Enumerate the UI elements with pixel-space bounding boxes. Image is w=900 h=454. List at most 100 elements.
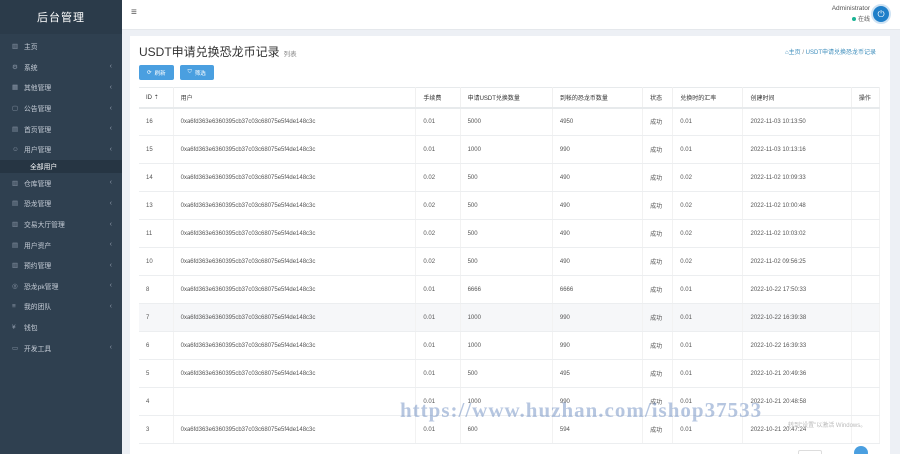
table-cell: 成功 [642, 107, 674, 136]
column-header[interactable]: ID ⇡ [139, 87, 174, 109]
table-cell: 0xa6fd363e6360395cb37c03c68075e5f4de148c… [173, 359, 417, 388]
sidebar-item[interactable]: ▥ 预约管理 ‹ [0, 255, 122, 276]
table-cell: 0.01 [415, 303, 461, 332]
table-cell: 0xa6fd363e6360395cb37c03c68075e5f4de148c… [173, 107, 417, 136]
user-status: 在线 [832, 14, 870, 23]
sidebar-item-label: 仓库管理 [24, 180, 52, 188]
table-cell: 4 [139, 387, 174, 416]
breadcrumb-current[interactable]: USDT申请兑换恐龙币记录 [806, 50, 876, 56]
sidebar-item[interactable]: ▤ 首页管理 ‹ [0, 118, 122, 139]
table-cell: 0.02 [415, 247, 461, 276]
table-cell: 490 [552, 247, 644, 276]
breadcrumb-home[interactable]: ⌂主页 [785, 50, 801, 56]
watermark-text: https://www.huzhan.com/ishop37533 [400, 398, 763, 422]
sidebar-item-icon: ▥ [12, 43, 19, 51]
table-cell: 2022-10-21 20:49:36 [742, 359, 852, 388]
user-name: Administrator [831, 5, 870, 12]
table-cell: 0.02 [672, 219, 744, 248]
sidebar-item-label: 公告管理 [24, 106, 52, 114]
main-panel: USDT申请兑换恐龙币记录 列表 ⌂主页 / USDT申请兑换恐龙币记录 ⟳ 刷新 … [130, 36, 890, 454]
sidebar-item-label: 系统 [24, 64, 38, 72]
refresh-button[interactable]: ⟳ 刷新 [139, 65, 174, 80]
top-bar: ≡ Administrator 在线 ⏻ [122, 0, 900, 30]
sidebar-item[interactable]: ▥ 仓库管理 ‹ [0, 173, 122, 194]
chevron-left-icon: ‹ [109, 261, 112, 269]
sidebar-item-icon: ≡ [12, 302, 16, 310]
table-cell: 7 [139, 303, 174, 332]
table-row: 7 0xa6fd363e6360395cb37c03c68075e5f4de148… [139, 303, 880, 332]
sidebar-item-label: 我的团队 [24, 304, 52, 312]
table-cell: 990 [552, 331, 644, 360]
table-cell [173, 387, 417, 416]
table-cell: 500 [460, 247, 553, 276]
table-cell: 成功 [642, 191, 674, 220]
sidebar-item[interactable]: ◎ 恐龙pk管理 ‹ [0, 276, 122, 297]
sidebar-item-label: 预约管理 [24, 263, 52, 271]
sidebar-item[interactable]: ▭ 开发工具 ‹ [0, 337, 122, 358]
table-cell: 2022-10-22 16:39:33 [742, 331, 852, 360]
sidebar-item[interactable]: ▤ 用户资产 ‹ [0, 234, 122, 255]
sidebar-item-icon: ▢ [12, 105, 19, 113]
sidebar-item[interactable]: ▤ 恐龙管理 ‹ [0, 193, 122, 214]
sidebar-item[interactable]: ☺ 用户管理 ‹ [0, 139, 122, 160]
table-cell: 3 [139, 415, 174, 444]
sidebar-item[interactable]: ≡ 我的团队 ‹ [0, 296, 122, 317]
table-header-row: ID ⇡ 用户 手续费 申请USDT兑换数量 到帐的恐龙币数量 状态 兑换时的汇率 创建时间操… [139, 87, 880, 109]
sidebar-item[interactable]: ▢ 公告管理 ‹ [0, 98, 122, 119]
table-cell: 成功 [642, 331, 674, 360]
table-cell [851, 219, 880, 248]
windows-activation-hint: 转到"设置"以激活 Windows。 [788, 423, 867, 429]
sidebar: 后台管理 ▥ 主页 ⚙ 系统 ‹ ▦ 其他管理 ‹ ▢ 公告管理 ‹ ▤ 首页管理 ‹ ☺ 用户管理 ‹ 全部用户… [0, 0, 122, 454]
sidebar-item[interactable]: ▦ 其他管理 ‹ [0, 77, 122, 98]
column-header: 兑换时的汇率 [672, 87, 744, 109]
table-cell: 500 [460, 359, 553, 388]
column-header: 手续费 [415, 87, 461, 109]
table-cell [851, 359, 880, 388]
table-cell: 490 [552, 191, 644, 220]
sidebar-item[interactable]: ▥ 主页 [0, 36, 122, 57]
table-cell: 成功 [642, 135, 674, 164]
menu-toggle-icon[interactable]: ≡ [131, 7, 137, 18]
table-cell: 0.01 [672, 135, 744, 164]
table-cell: 2022-11-02 09:56:25 [742, 247, 852, 276]
table-cell: 990 [552, 135, 644, 164]
table-cell: 0.02 [415, 191, 461, 220]
user-info[interactable]: Administrator 在线 [832, 5, 870, 23]
sidebar-item[interactable]: ▥ 交易大厅管理 ‹ [0, 214, 122, 235]
sidebar-item-icon: ▥ [12, 221, 19, 229]
sidebar-item-icon: ☺ [12, 145, 19, 153]
table-cell: 0xa6fd363e6360395cb37c03c68075e5f4de148c… [173, 135, 417, 164]
table-cell: 2022-10-22 16:39:38 [742, 303, 852, 332]
scroll-top-button[interactable] [854, 446, 868, 454]
page-size-select[interactable] [798, 450, 822, 454]
table-row: 15 0xa6fd363e6360395cb37c03c68075e5f4de14… [139, 135, 880, 164]
sidebar-item[interactable]: ¥ 钱包 [0, 317, 122, 338]
sidebar-item-label: 交易大厅管理 [24, 222, 65, 230]
table-cell: 0.01 [672, 303, 744, 332]
chevron-left-icon: ‹ [109, 179, 112, 187]
table-cell: 5 [139, 359, 174, 388]
table-cell: 0.02 [672, 247, 744, 276]
table-cell: 0xa6fd363e6360395cb37c03c68075e5f4de148c… [173, 275, 417, 304]
sidebar-item-label: 全部用户 [30, 164, 58, 172]
sidebar-item-icon: ▥ [12, 262, 19, 270]
breadcrumb: ⌂主页 / USDT申请兑换恐龙币记录 [785, 50, 876, 56]
table-cell: 0.02 [672, 163, 744, 192]
sidebar-item-label: 首页管理 [24, 126, 52, 134]
table-cell: 成功 [642, 275, 674, 304]
sidebar-item[interactable]: ⚙ 系统 ‹ [0, 57, 122, 78]
table-cell [851, 191, 880, 220]
avatar[interactable]: ⏻ [871, 4, 891, 24]
table-cell: 0xa6fd363e6360395cb37c03c68075e5f4de148c… [173, 191, 417, 220]
table-cell: 6 [139, 331, 174, 360]
column-header: 申请USDT兑换数量 [460, 87, 553, 109]
table-cell: 11 [139, 219, 174, 248]
table-cell: 5000 [460, 107, 553, 136]
filter-button[interactable]: ⛉ 筛选 [179, 65, 214, 80]
chevron-left-icon: ‹ [109, 199, 112, 207]
sidebar-subitem[interactable]: 全部用户 [0, 159, 122, 173]
sidebar-item-icon: ▦ [12, 84, 19, 92]
chevron-left-icon: ‹ [109, 241, 112, 249]
table-cell: 1000 [460, 135, 553, 164]
table-cell: 4950 [552, 107, 644, 136]
